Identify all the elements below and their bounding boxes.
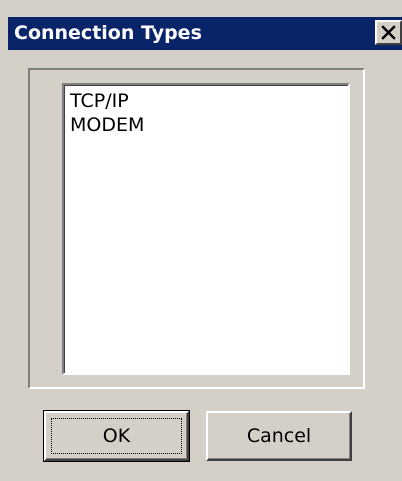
close-x-icon (381, 25, 396, 40)
ok-button[interactable]: OK (43, 410, 190, 462)
window-title: Connection Types (14, 22, 202, 44)
cancel-button[interactable]: Cancel (206, 411, 352, 461)
connection-types-dialog: Connection Types TCP/IP MODEM OK Cancel (0, 0, 402, 481)
list-item-tcpip[interactable]: TCP/IP (70, 89, 129, 113)
ok-button-label: OK (102, 425, 131, 447)
close-button[interactable] (375, 20, 402, 45)
title-bar[interactable]: Connection Types (8, 17, 402, 50)
list-item-modem[interactable]: MODEM (70, 113, 144, 137)
connection-types-list[interactable]: TCP/IP MODEM (62, 83, 350, 375)
